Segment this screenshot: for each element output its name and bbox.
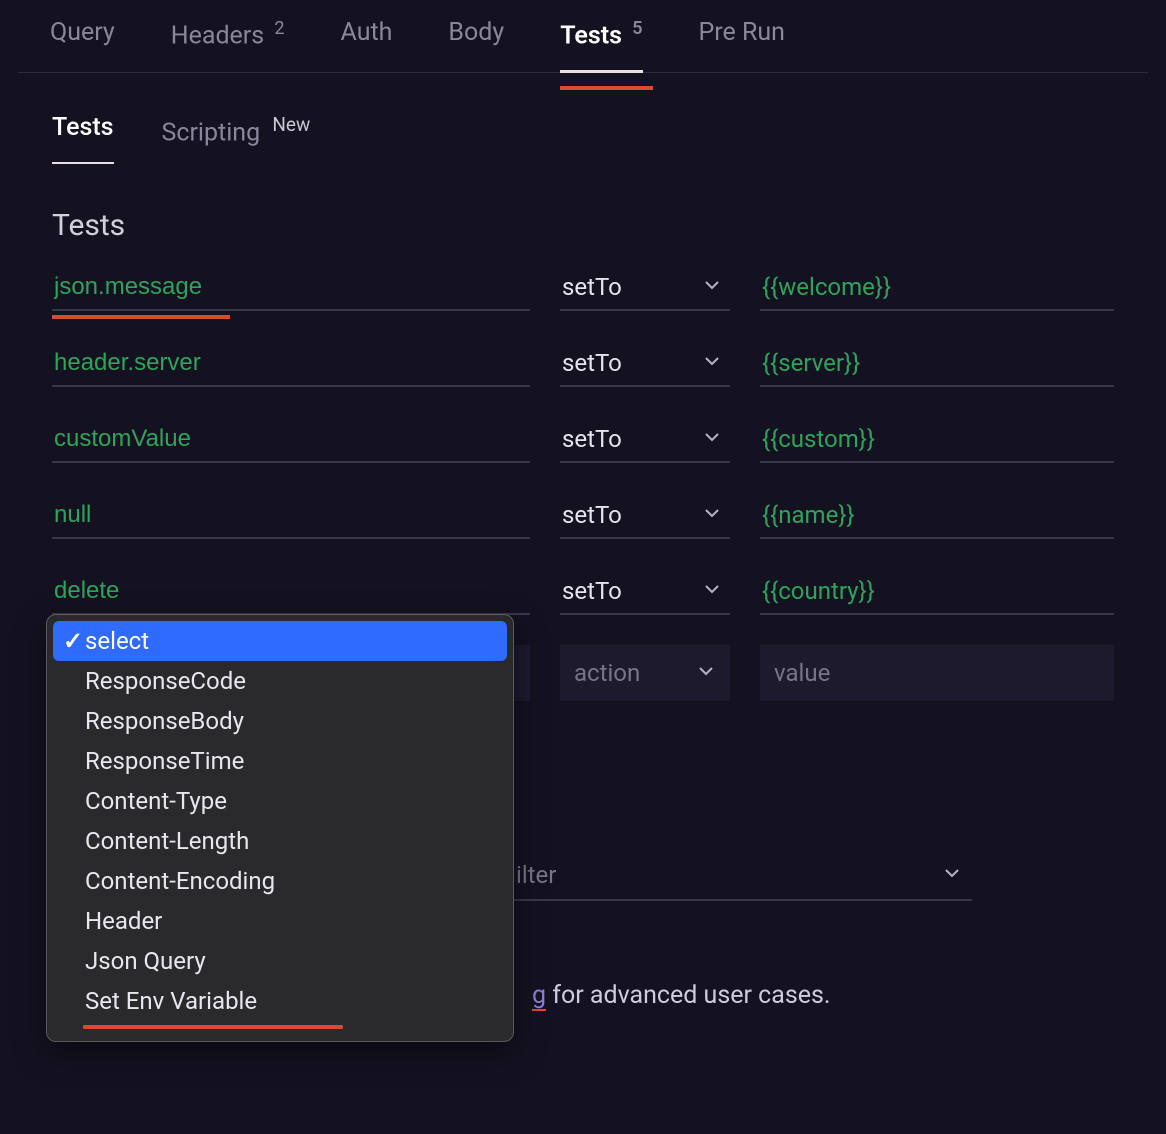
chevron-down-icon bbox=[696, 659, 716, 687]
select-label: setTo bbox=[562, 501, 622, 529]
dropdown-item-label: Content-Length bbox=[85, 827, 249, 855]
test-row: setTo {{server}} bbox=[52, 341, 1114, 387]
test-value[interactable]: {{country}} bbox=[760, 569, 1114, 615]
select-label: action bbox=[574, 659, 640, 687]
test-action-select[interactable]: setTo bbox=[560, 569, 730, 615]
test-value[interactable]: {{welcome}} bbox=[760, 265, 1114, 311]
dropdown-item-select[interactable]: select bbox=[53, 621, 507, 661]
chevron-down-icon bbox=[702, 427, 722, 451]
chevron-down-icon bbox=[702, 579, 722, 603]
new-badge: New bbox=[272, 113, 310, 136]
test-field-input[interactable] bbox=[52, 417, 530, 463]
hint-rest: for advanced user cases. bbox=[546, 981, 830, 1010]
test-field-input[interactable] bbox=[52, 265, 530, 311]
tab-tests[interactable]: Tests 5 bbox=[560, 18, 642, 72]
sub-tab-scripting[interactable]: Scripting New bbox=[162, 113, 311, 163]
tab-label: Body bbox=[448, 18, 504, 47]
dropdown-item-label: Content-Type bbox=[85, 787, 227, 815]
dropdown-item-content-length[interactable]: Content-Length bbox=[53, 821, 507, 861]
top-tab-bar: Query Headers 2 Auth Body Tests 5 Pre Ru… bbox=[18, 0, 1148, 73]
test-value[interactable]: {{custom}} bbox=[760, 417, 1114, 463]
test-row: setTo {{welcome}} bbox=[52, 265, 1114, 311]
dropdown-item-label: Json Query bbox=[85, 947, 206, 975]
tab-label: Headers bbox=[171, 21, 264, 50]
dropdown-item-label: ResponseBody bbox=[85, 707, 244, 735]
test-action-select[interactable]: setTo bbox=[560, 417, 730, 463]
tab-pre-run[interactable]: Pre Run bbox=[699, 18, 785, 72]
select-label: setTo bbox=[562, 349, 622, 377]
select-label: setTo bbox=[562, 425, 622, 453]
dropdown-item-responsetime[interactable]: ResponseTime bbox=[53, 741, 507, 781]
tab-label: Auth bbox=[341, 18, 393, 47]
select-label: setTo bbox=[562, 577, 622, 605]
test-field-input[interactable] bbox=[52, 569, 530, 615]
test-value[interactable]: {{name}} bbox=[760, 493, 1114, 539]
test-row: setTo {{country}} bbox=[52, 569, 1114, 615]
tab-label: Tests bbox=[560, 21, 622, 50]
sub-tab-label: Scripting bbox=[162, 119, 261, 148]
dropdown-item-label: ResponseTime bbox=[85, 747, 244, 775]
test-action-select[interactable]: setTo bbox=[560, 493, 730, 539]
dropdown-item-label: Set Env Variable bbox=[85, 987, 257, 1015]
tab-badge: 5 bbox=[632, 18, 642, 39]
test-row: setTo {{custom}} bbox=[52, 417, 1114, 463]
dropdown-underline bbox=[83, 1025, 343, 1029]
filter-label: ilter bbox=[516, 861, 556, 889]
dropdown-item-label: ResponseCode bbox=[85, 667, 246, 695]
tab-badge: 2 bbox=[274, 18, 284, 39]
hint-link[interactable]: g bbox=[532, 981, 546, 1010]
dropdown-item-json-query[interactable]: Json Query bbox=[53, 941, 507, 981]
test-field-input[interactable] bbox=[52, 493, 530, 539]
dropdown-item-header[interactable]: Header bbox=[53, 901, 507, 941]
dropdown-item-responsecode[interactable]: ResponseCode bbox=[53, 661, 507, 701]
tab-auth[interactable]: Auth bbox=[341, 18, 393, 72]
dropdown-item-responsebody[interactable]: ResponseBody bbox=[53, 701, 507, 741]
filter-select[interactable]: ilter bbox=[512, 851, 972, 901]
test-field-input[interactable] bbox=[52, 341, 530, 387]
test-action-select[interactable]: setTo bbox=[560, 341, 730, 387]
tab-body[interactable]: Body bbox=[448, 18, 504, 72]
dropdown-item-label: Content-Encoding bbox=[85, 867, 275, 895]
dropdown-item-label: select bbox=[85, 627, 149, 655]
tab-query[interactable]: Query bbox=[50, 18, 115, 72]
active-indicator bbox=[560, 86, 652, 90]
chevron-down-icon bbox=[942, 861, 962, 889]
tab-headers[interactable]: Headers 2 bbox=[171, 18, 285, 72]
test-value[interactable]: {{server}} bbox=[760, 341, 1114, 387]
chevron-down-icon bbox=[702, 503, 722, 527]
dropdown-item-content-type[interactable]: Content-Type bbox=[53, 781, 507, 821]
dropdown-item-content-encoding[interactable]: Content-Encoding bbox=[53, 861, 507, 901]
select-label: setTo bbox=[562, 273, 622, 301]
sub-tab-tests[interactable]: Tests bbox=[52, 113, 114, 163]
test-action-select[interactable]: setTo bbox=[560, 265, 730, 311]
dropdown-item-label: Header bbox=[85, 907, 162, 935]
tab-label: Pre Run bbox=[699, 18, 785, 47]
field-dropdown: select ResponseCode ResponseBody Respons… bbox=[46, 614, 514, 1042]
chevron-down-icon bbox=[702, 275, 722, 299]
tab-label: Query bbox=[50, 18, 115, 47]
test-value-placeholder[interactable]: value bbox=[760, 645, 1114, 701]
test-row: setTo {{name}} bbox=[52, 493, 1114, 539]
check-icon bbox=[63, 627, 85, 655]
section-heading: Tests bbox=[18, 164, 1148, 265]
hint-text: g for advanced user cases. bbox=[532, 981, 1114, 1010]
dropdown-item-set-env-variable[interactable]: Set Env Variable bbox=[53, 981, 507, 1021]
chevron-down-icon bbox=[702, 351, 722, 375]
sub-tab-label: Tests bbox=[52, 113, 114, 142]
test-action-select[interactable]: action bbox=[560, 645, 730, 701]
